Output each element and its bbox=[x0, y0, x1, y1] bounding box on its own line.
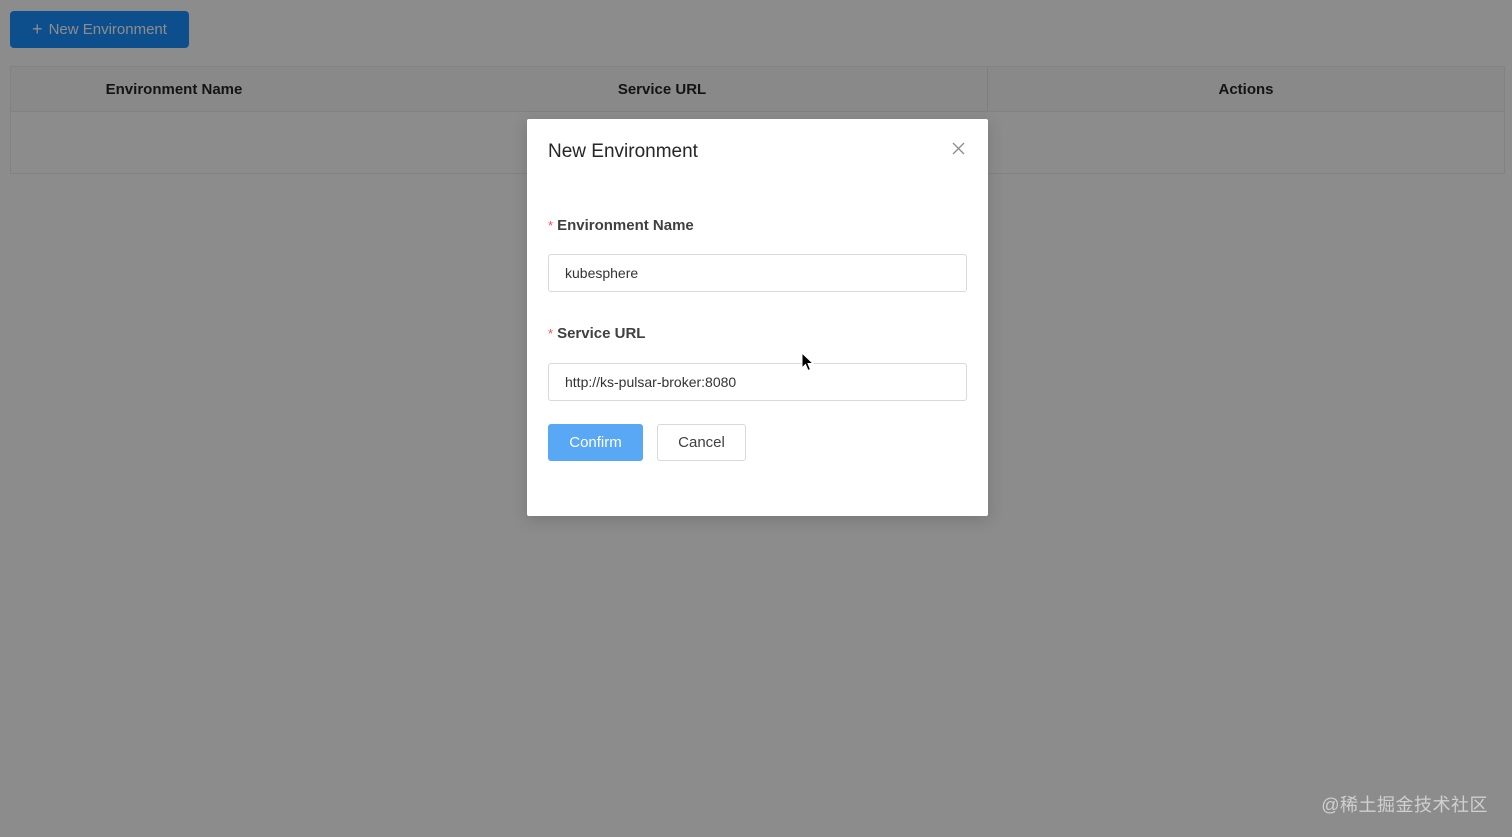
cancel-button[interactable]: Cancel bbox=[657, 424, 746, 461]
required-mark: * bbox=[548, 218, 554, 233]
environment-name-input[interactable] bbox=[548, 254, 967, 292]
environment-name-label: * Environment Name bbox=[548, 217, 694, 234]
new-environment-dialog: New Environment *Environment Name *Servi… bbox=[527, 119, 988, 516]
service-url-label: * Service URL bbox=[548, 325, 646, 342]
mouse-pointer-icon bbox=[801, 352, 815, 372]
dialog-title: New Environment bbox=[548, 141, 698, 162]
service-url-input[interactable] bbox=[548, 363, 967, 401]
watermark: @稀土掘金技术社区 bbox=[1321, 795, 1488, 815]
close-icon[interactable] bbox=[948, 138, 968, 158]
confirm-button[interactable]: Confirm bbox=[548, 424, 643, 461]
required-mark: * bbox=[548, 326, 554, 341]
